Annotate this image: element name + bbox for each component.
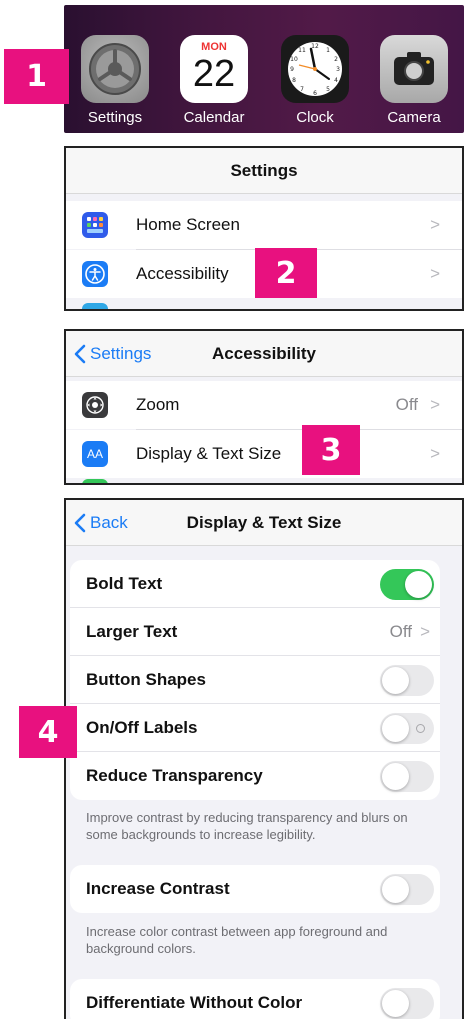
setting-label: On/Off Labels bbox=[86, 718, 198, 737]
clock-app-label: Clock bbox=[296, 109, 334, 126]
camera-app-label: Camera bbox=[387, 109, 441, 126]
toggle-knob bbox=[382, 876, 409, 903]
toggle-knob bbox=[405, 571, 432, 598]
toggle-knob bbox=[382, 990, 409, 1017]
bold-text-toggle[interactable] bbox=[380, 569, 434, 600]
chevron-right-icon: > bbox=[420, 622, 430, 641]
svg-text:4: 4 bbox=[334, 77, 338, 84]
step-badge-3: 3 bbox=[302, 425, 360, 475]
chevron-right-icon: > bbox=[430, 215, 440, 234]
zoom-icon bbox=[82, 392, 108, 418]
row-value: Off bbox=[395, 395, 418, 414]
off-label-icon bbox=[416, 724, 425, 733]
reduce-transparency-toggle[interactable] bbox=[380, 761, 434, 792]
calendar-icon: MON 22 bbox=[180, 35, 248, 103]
on-off-labels-row: On/Off Labels bbox=[70, 704, 440, 752]
chevron-right-icon: > bbox=[430, 444, 440, 463]
calendar-day: 22 bbox=[192, 53, 236, 95]
svg-text:12: 12 bbox=[311, 43, 319, 50]
display-group-2: Increase Contrast bbox=[70, 865, 440, 913]
home-screen-panel: Settings MON 22 Calendar 12 1 2 345 678 91… bbox=[64, 5, 464, 133]
display-group-3: Differentiate Without Color bbox=[70, 979, 440, 1019]
page-title: Display & Text Size bbox=[186, 513, 342, 532]
clock-icon: 12 1 2 3 45 6 78 9 10 11 bbox=[281, 35, 349, 103]
setting-label: Differentiate Without Color bbox=[86, 993, 303, 1012]
display-text-size-panel: Back Display & Text Size Bold Text Large… bbox=[64, 498, 464, 1019]
svg-text:1: 1 bbox=[326, 47, 330, 54]
svg-text:6: 6 bbox=[313, 90, 317, 97]
home-screen-icon bbox=[82, 212, 108, 238]
toggle-knob bbox=[382, 667, 409, 694]
on-off-labels-toggle[interactable] bbox=[380, 713, 434, 744]
setting-label: Button Shapes bbox=[86, 670, 206, 689]
svg-text:2: 2 bbox=[334, 56, 338, 63]
camera-app[interactable]: Camera bbox=[375, 35, 453, 126]
increase-contrast-footnote: Increase color contrast between app fore… bbox=[86, 924, 388, 956]
accessibility-navbar: Settings Accessibility bbox=[66, 331, 462, 377]
setting-label: Reduce Transparency bbox=[86, 766, 263, 785]
increase-contrast-row: Increase Contrast bbox=[70, 865, 440, 913]
page-title: Accessibility bbox=[212, 344, 316, 363]
increase-contrast-toggle[interactable] bbox=[380, 874, 434, 905]
display-text-size-icon: AA bbox=[82, 441, 108, 467]
reduce-transparency-footnote: Improve contrast by reducing transparenc… bbox=[86, 810, 408, 842]
bold-text-row: Bold Text bbox=[70, 560, 440, 608]
camera-icon bbox=[380, 35, 448, 103]
svg-text:3: 3 bbox=[336, 66, 340, 73]
settings-row-label: Accessibility bbox=[136, 264, 229, 283]
differentiate-without-color-toggle[interactable] bbox=[380, 988, 434, 1019]
chevron-right-icon: > bbox=[430, 395, 440, 414]
chevron-right-icon: > bbox=[430, 264, 440, 283]
accessibility-row-display-text-size[interactable]: AA Display & Text Size > bbox=[66, 430, 462, 478]
reduce-transparency-row: Reduce Transparency bbox=[70, 752, 440, 800]
settings-navbar: Settings bbox=[66, 148, 462, 194]
svg-text:11: 11 bbox=[298, 47, 306, 54]
step-badge-2: 2 bbox=[255, 248, 317, 298]
display-navbar: Back Display & Text Size bbox=[66, 500, 462, 546]
settings-app-label: Settings bbox=[87, 109, 143, 126]
toggle-knob bbox=[382, 763, 409, 790]
svg-text:10: 10 bbox=[290, 56, 298, 63]
settings-gear-icon bbox=[81, 35, 149, 103]
accessibility-row-label: Display & Text Size bbox=[136, 444, 282, 463]
calendar-app-label: Calendar bbox=[183, 109, 245, 126]
settings-app[interactable]: Settings bbox=[76, 35, 154, 126]
button-shapes-row: Button Shapes bbox=[70, 656, 440, 704]
svg-text:8: 8 bbox=[292, 77, 296, 84]
differentiate-without-color-row: Differentiate Without Color bbox=[70, 979, 440, 1019]
setting-label: Larger Text bbox=[86, 622, 178, 641]
partial-row-icon bbox=[82, 479, 108, 483]
accessibility-panel: Settings Accessibility Zoom Off > AA Dis… bbox=[64, 329, 464, 485]
partial-row-icon bbox=[82, 303, 108, 309]
setting-label: Bold Text bbox=[86, 574, 163, 593]
calendar-app[interactable]: MON 22 Calendar bbox=[175, 35, 253, 126]
display-group-1: Bold Text Larger Text Off > Button Shape… bbox=[70, 560, 440, 800]
accessibility-icon bbox=[82, 261, 108, 287]
larger-text-row[interactable]: Larger Text Off > bbox=[70, 608, 440, 656]
svg-text:7: 7 bbox=[300, 86, 304, 93]
svg-text:9: 9 bbox=[290, 66, 294, 73]
svg-text:5: 5 bbox=[326, 86, 330, 93]
clock-app[interactable]: 12 1 2 3 45 6 78 9 10 11 Clock bbox=[276, 35, 354, 126]
toggle-knob bbox=[382, 715, 409, 742]
button-shapes-toggle[interactable] bbox=[380, 665, 434, 696]
step-badge-4: 4 bbox=[19, 706, 77, 758]
settings-row-home-screen[interactable]: Home Screen > bbox=[66, 201, 462, 249]
row-value: Off bbox=[389, 622, 412, 641]
accessibility-row-zoom[interactable]: Zoom Off > bbox=[66, 381, 462, 429]
setting-label: Increase Contrast bbox=[86, 879, 230, 898]
page-title: Settings bbox=[230, 161, 298, 180]
accessibility-row-label: Zoom bbox=[136, 395, 180, 414]
step-badge-1: 1 bbox=[4, 49, 69, 104]
settings-row-label: Home Screen bbox=[136, 215, 240, 234]
